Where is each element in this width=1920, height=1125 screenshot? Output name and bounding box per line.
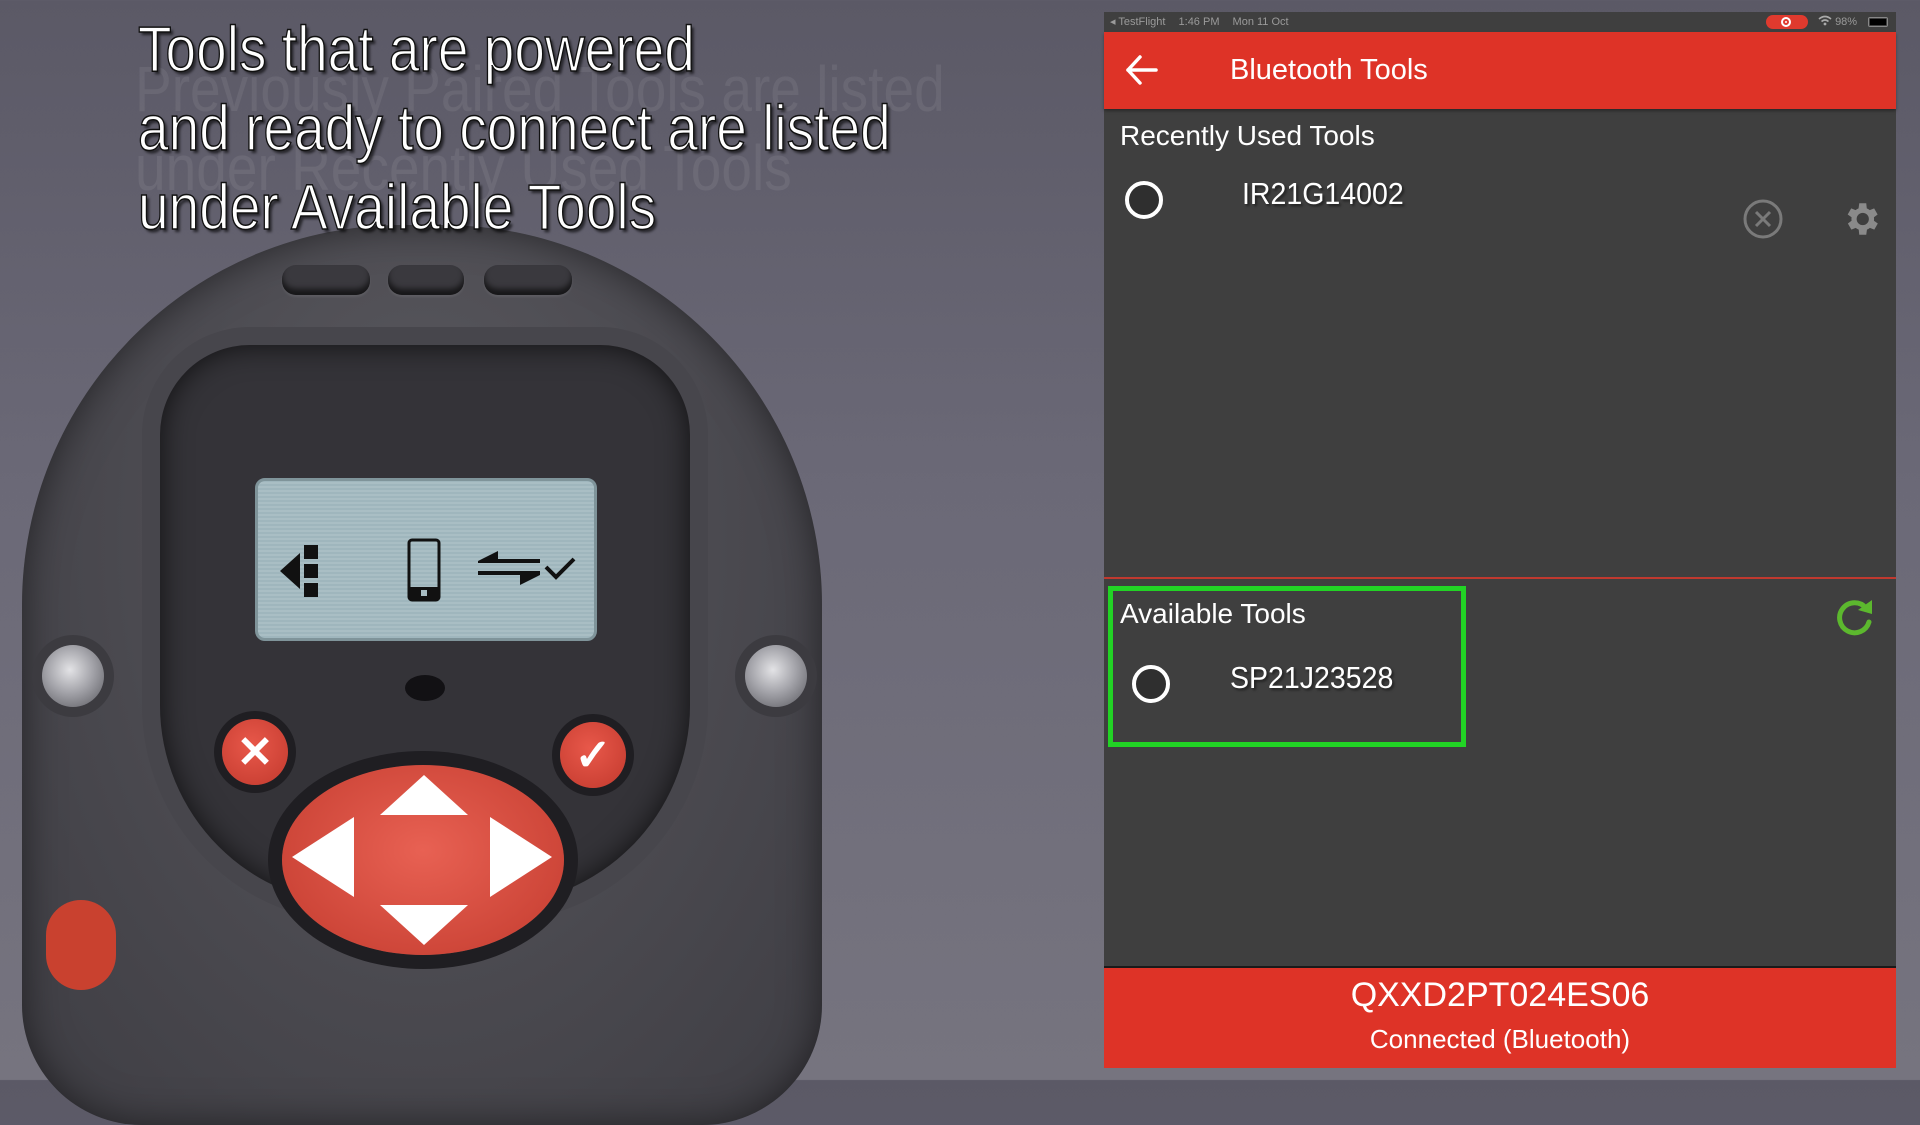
status-bar: ◂ TestFlight 1:46 PM Mon 11 Oct 98% [1104,12,1896,32]
available-tool-id: SP21J23528 [1230,660,1394,695]
connection-footer[interactable]: QXXD2PT024ES06 Connected (Bluetooth) [1104,966,1896,1068]
caption-line: under Available Tools [137,170,657,244]
refresh-icon[interactable] [1832,596,1876,640]
record-icon [1781,17,1791,27]
caption-line: Tools that are powered [137,12,695,86]
dpad-down-arrow [380,905,468,945]
app-screen: ◂ TestFlight 1:46 PM Mon 11 Oct 98% Blue… [1104,12,1896,1068]
tool-cancel-button: ✕ [222,719,288,785]
battery-icon [1868,17,1888,27]
screw [745,645,807,707]
dpad-up-arrow [380,775,468,815]
back-to-app-link[interactable]: ◂ TestFlight [1110,16,1165,28]
tool-vent [484,265,572,295]
status-date: Mon 11 Oct [1232,16,1289,28]
tool-vent [388,265,464,295]
tool-side-button [46,900,116,990]
back-arrow-icon[interactable] [1122,50,1162,90]
remove-tool-icon[interactable] [1742,198,1784,240]
phone-icon [407,538,441,602]
tool-confirm-button: ✓ [560,722,626,788]
available-tools-heading: Available Tools [1120,598,1306,629]
tool-lcd-screen [255,478,597,641]
section-divider [1104,577,1896,579]
recent-tool-id: IR21G14002 [1242,176,1404,211]
screw [42,645,104,707]
available-tool-radio[interactable] [1132,665,1170,703]
caption-line: and ready to connect are listed [137,91,891,165]
connected-device-id: QXXD2PT024ES06 [1350,976,1650,1014]
status-time: 1:46 PM [1178,16,1220,28]
recent-tools-heading: Recently Used Tools [1120,120,1375,151]
tool-sensor-hole [405,675,445,701]
exit-icon [280,545,318,597]
battery-percent: 98% [1835,16,1858,28]
caption: Tools that are powered and ready to conn… [137,10,891,247]
transfer-check-icon [478,551,576,585]
screen-recording-indicator[interactable] [1766,15,1808,29]
page-title: Bluetooth Tools [1230,54,1428,86]
tool-dpad [282,765,564,955]
gear-icon[interactable] [1840,198,1882,240]
recent-tool-radio[interactable] [1125,181,1163,219]
dpad-right-arrow [490,817,552,897]
app-header: Bluetooth Tools [1104,32,1896,109]
dpad-left-arrow [292,817,354,897]
connection-status: Connected (Bluetooth) [1369,1024,1631,1054]
tool-vent [282,265,370,295]
wifi-icon [1818,15,1832,26]
